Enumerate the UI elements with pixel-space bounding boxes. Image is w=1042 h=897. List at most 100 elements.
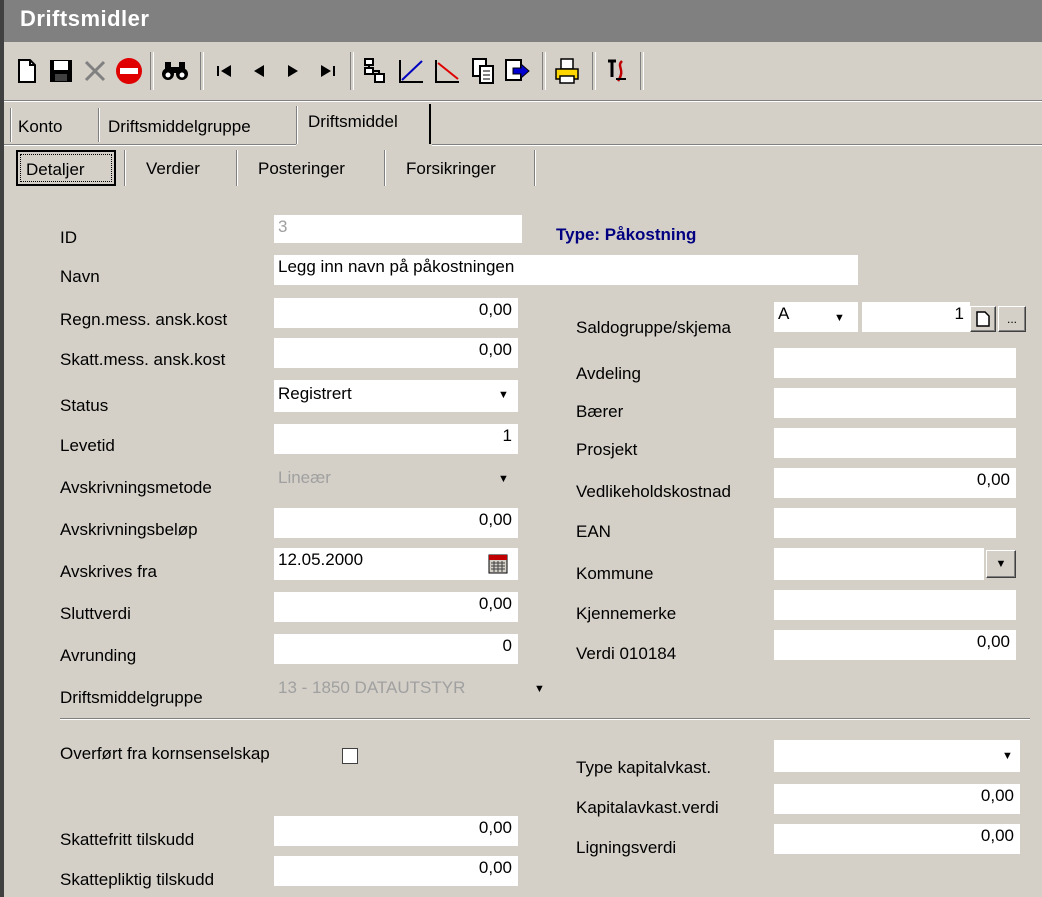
tab-detaljer[interactable]: Detaljer	[16, 150, 116, 186]
chevron-down-icon: ▼	[995, 558, 1007, 570]
verdi-label: Verdi 010184	[576, 644, 677, 663]
document-icon	[976, 311, 990, 327]
avrunding-field[interactable]: 0	[274, 634, 518, 664]
prosjekt-field[interactable]	[774, 428, 1016, 458]
save-icon[interactable]	[44, 54, 78, 88]
status-value: Registrert	[278, 384, 352, 403]
next-record-icon[interactable]	[276, 54, 310, 88]
window-border	[0, 0, 4, 897]
last-record-icon[interactable]	[310, 54, 344, 88]
calendar-icon[interactable]	[488, 554, 508, 574]
status-dropdown-arrow-icon[interactable]: ▼	[498, 389, 509, 401]
tab-detaljer-label: Detaljer	[26, 160, 85, 179]
previous-record-icon[interactable]	[242, 54, 276, 88]
tab-verdier[interactable]: Verdier	[146, 159, 200, 179]
ellipsis-icon: ...	[1006, 312, 1017, 326]
vedlikehold-label: Vedlikeholdskostnad	[576, 482, 732, 501]
slutt-label: Sluttverdi	[60, 604, 131, 623]
status-label: Status	[60, 396, 109, 415]
levetid-label: Levetid	[60, 436, 115, 455]
tab-konto[interactable]: Konto	[18, 117, 62, 137]
skattefritt-tilskudd-field[interactable]: 0,00	[274, 816, 518, 846]
sluttverdi-field[interactable]: 0,00	[274, 592, 518, 622]
type-kapitalvkast-select[interactable]	[774, 740, 1020, 772]
saldo-dropdown-arrow-icon[interactable]: ▼	[834, 312, 845, 324]
typekap-label: Type kapitalvkast.	[576, 758, 712, 777]
appreciation-icon[interactable]	[394, 54, 428, 88]
title-bar[interactable]: Driftsmidler	[4, 0, 1042, 42]
skjema-browse-button[interactable]: ...	[998, 306, 1026, 332]
ean-field[interactable]	[774, 508, 1016, 538]
regn-ansk-field[interactable]: 0,00	[274, 298, 518, 328]
kommune-label: Kommune	[576, 564, 654, 583]
skjema-document-button[interactable]	[970, 306, 996, 332]
skjema-field[interactable]: 1	[862, 302, 970, 332]
skatt-label: Skatt.mess. ansk.kost	[60, 350, 226, 369]
depreciation-icon[interactable]	[430, 54, 464, 88]
avdeling-field[interactable]	[774, 348, 1016, 378]
find-icon[interactable]	[158, 54, 192, 88]
skattepliktig-tilskudd-field[interactable]: 0,00	[274, 856, 518, 886]
tab-forsikringer[interactable]: Forsikringer	[406, 159, 496, 179]
navn-field[interactable]: Legg inn navn på påkostningen	[274, 255, 858, 285]
avskrivningsmetode-select[interactable]: Lineær	[274, 464, 518, 496]
add-component-icon[interactable]	[358, 54, 392, 88]
metode-label: Avskrivningsmetode	[60, 478, 212, 497]
export-icon[interactable]	[500, 54, 534, 88]
overfort-label: Overført fra kornsenselskap	[60, 744, 270, 763]
regn-label: Regn.mess. ansk.kost	[60, 310, 228, 329]
window-title: Driftsmidler	[20, 6, 150, 31]
metode-dropdown-arrow-icon[interactable]: ▼	[498, 473, 509, 485]
navn-label: Navn	[60, 267, 100, 286]
avskrives-fra-field[interactable]: 12.05.2000	[274, 548, 518, 580]
belop-label: Avskrivningsbeløp	[60, 520, 198, 539]
ligningsverdi-field[interactable]: 0,00	[774, 824, 1020, 854]
skatt-ansk-field[interactable]: 0,00	[274, 338, 518, 368]
tab-forsikringer-label: Forsikringer	[406, 159, 496, 178]
skattepliktig-label: Skattepliktig tilskudd	[60, 870, 215, 889]
first-record-icon[interactable]	[208, 54, 242, 88]
id-field[interactable]: 3	[274, 215, 522, 243]
delete-icon[interactable]	[78, 54, 112, 88]
verdi-010184-field[interactable]: 0,00	[774, 630, 1016, 660]
ligning-label: Ligningsverdi	[576, 838, 677, 857]
prosjekt-label: Prosjekt	[576, 440, 638, 459]
kjennemerke-field[interactable]	[774, 590, 1016, 620]
id-label: ID	[60, 228, 77, 247]
gruppe-dropdown-arrow-icon[interactable]: ▼	[534, 683, 545, 695]
kommune-select[interactable]	[774, 548, 984, 580]
vedlikeholdskostnad-field[interactable]: 0,00	[774, 468, 1016, 498]
levetid-field[interactable]: 1	[274, 424, 518, 454]
new-document-icon[interactable]	[10, 54, 44, 88]
toolbar	[4, 44, 1042, 100]
print-icon[interactable]	[550, 54, 584, 88]
saldo-label: Saldogruppe/skjema	[576, 318, 731, 337]
driftsmiddelgruppe-select[interactable]: 13 - 1850 DATAUTSTYR	[274, 674, 552, 706]
avdeling-label: Avdeling	[576, 364, 641, 383]
tab-konto-label: Konto	[18, 117, 63, 136]
skattefritt-label: Skattefritt tilskudd	[60, 830, 195, 849]
kapverdi-label: Kapitalavkast.verdi	[576, 798, 719, 817]
baerer-field[interactable]	[774, 388, 1016, 418]
avskrivningsbelop-field[interactable]: 0,00	[274, 508, 518, 538]
tab-driftsmiddel[interactable]: Driftsmiddel	[308, 112, 398, 132]
copy-record-icon[interactable]	[466, 54, 500, 88]
kapitalavkast-verdi-field[interactable]: 0,00	[774, 784, 1020, 814]
status-select[interactable]: Registrert	[274, 380, 518, 412]
tab-posteringer-label: Posteringer	[258, 159, 345, 178]
tab-posteringer[interactable]: Posteringer	[258, 159, 345, 179]
tab-driftsmiddelgruppe-label: Driftsmiddelgruppe	[108, 117, 251, 136]
kommune-dropdown-button[interactable]: ▼	[986, 550, 1016, 578]
overfort-checkbox[interactable]	[342, 748, 358, 764]
metode-value: Lineær	[278, 468, 331, 487]
saldogruppe-select[interactable]: A	[774, 302, 858, 332]
tab-driftsmiddelgruppe[interactable]: Driftsmiddelgruppe	[108, 117, 251, 137]
sort-icon[interactable]	[600, 54, 634, 88]
type-text: Type: Påkostning	[556, 225, 697, 244]
stop-icon[interactable]	[112, 54, 146, 88]
kjennemerke-label: Kjennemerke	[576, 604, 677, 623]
gruppe-value: 13 - 1850 DATAUTSTYR	[278, 678, 466, 697]
baerer-label: Bærer	[576, 402, 624, 421]
typekap-dropdown-arrow-icon[interactable]: ▼	[1002, 750, 1013, 762]
section-divider	[60, 718, 1030, 720]
